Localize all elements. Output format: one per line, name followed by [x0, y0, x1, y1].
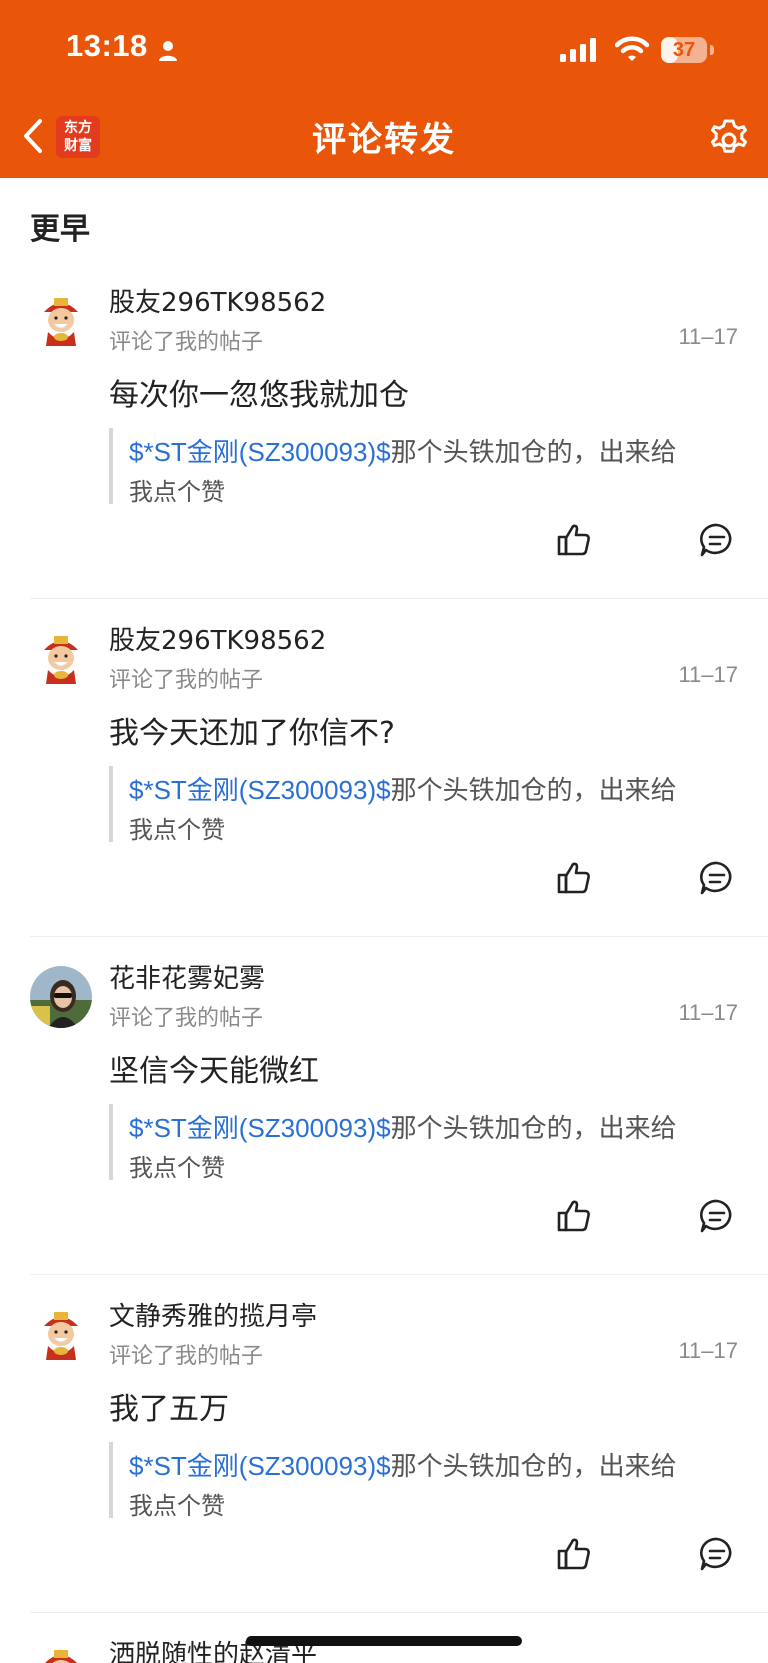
username[interactable]: 股友296TK98562: [109, 282, 326, 319]
quote-text: 那个头铁加仓的，出来给: [390, 1451, 677, 1481]
battery-tip: [710, 45, 714, 55]
wifi-icon: [615, 36, 649, 61]
quote-text: 那个头铁加仓的，出来给: [390, 775, 677, 805]
stock-link[interactable]: $*ST金刚(SZ300093)$: [129, 1451, 391, 1481]
quote-text-line2: 我点个赞: [129, 478, 225, 506]
divider: [30, 1612, 768, 1613]
user-avatar[interactable]: [30, 1304, 92, 1366]
quote-text-line2: 我点个赞: [129, 816, 225, 844]
section-title: 更早: [30, 212, 90, 247]
divider: [30, 1274, 768, 1275]
divider: [30, 936, 768, 937]
quoted-post[interactable]: $*ST金刚(SZ300093)$那个头铁加仓的，出来给 我点个赞: [109, 1104, 733, 1182]
quoted-post[interactable]: $*ST金刚(SZ300093)$那个头铁加仓的，出来给 我点个赞: [109, 1442, 733, 1520]
comment-item[interactable]: 股友296TK98562 评论了我的帖子 11–17 每次你一忽悠我就加仓 $*…: [0, 268, 768, 606]
username[interactable]: 文静秀雅的揽月亭: [109, 1296, 317, 1333]
comment-text: 我了五万: [109, 1392, 229, 1427]
comment-item[interactable]: 股友296TK98562 评论了我的帖子 11–17 我今天还加了你信不? $*…: [0, 606, 768, 944]
signal-icon: [560, 38, 596, 62]
person-icon: [159, 41, 177, 61]
stock-link[interactable]: $*ST金刚(SZ300093)$: [129, 437, 391, 467]
thumbs-up-icon[interactable]: [554, 858, 594, 898]
action-text: 评论了我的帖子: [109, 330, 264, 355]
comment-date: 11–17: [678, 324, 738, 349]
quote-text: 那个头铁加仓的，出来给: [390, 1113, 677, 1143]
quoted-post[interactable]: $*ST金刚(SZ300093)$那个头铁加仓的，出来给 我点个赞: [109, 428, 733, 506]
username[interactable]: 花非花雾妃雾: [109, 958, 265, 995]
page-title: 评论转发: [312, 120, 456, 160]
comment-date: 11–17: [678, 1338, 738, 1363]
quote-text: 那个头铁加仓的，出来给: [390, 437, 677, 467]
username[interactable]: 股友296TK98562: [109, 620, 326, 657]
comment-date: 11–17: [678, 662, 738, 687]
comment-date: 11–17: [678, 1000, 738, 1025]
action-text: 评论了我的帖子: [109, 1006, 264, 1031]
user-avatar[interactable]: [30, 1642, 92, 1663]
comment-item[interactable]: 文静秀雅的揽月亭 评论了我的帖子 11–17 我了五万 $*ST金刚(SZ300…: [0, 1282, 768, 1620]
comment-item[interactable]: 花非花雾妃雾 评论了我的帖子 11–17 坚信今天能微红 $*ST金刚(SZ30…: [0, 944, 768, 1282]
battery-percentage: 37: [672, 38, 696, 61]
user-avatar[interactable]: [30, 290, 92, 352]
divider: [30, 598, 768, 599]
action-text: 评论了我的帖子: [109, 1344, 264, 1369]
stock-link[interactable]: $*ST金刚(SZ300093)$: [129, 1113, 391, 1143]
quote-text-line2: 我点个赞: [129, 1492, 225, 1520]
comment-bubble-icon[interactable]: [697, 1196, 737, 1236]
gear-icon[interactable]: [707, 116, 751, 160]
home-indicator: [246, 1636, 522, 1646]
user-avatar[interactable]: [30, 628, 92, 690]
action-text: 评论了我的帖子: [109, 668, 264, 693]
comment-text: 我今天还加了你信不?: [109, 716, 395, 751]
status-time: 13:18: [66, 28, 148, 63]
battery-indicator: 37: [661, 37, 707, 63]
user-avatar[interactable]: [30, 966, 92, 1028]
comment-text: 每次你一忽悠我就加仓: [109, 378, 409, 413]
thumbs-up-icon[interactable]: [554, 1196, 594, 1236]
header-bar: 13:18 37 东方 财富 评论转发: [0, 0, 768, 178]
comment-bubble-icon[interactable]: [697, 1534, 737, 1574]
comment-text: 坚信今天能微红: [109, 1054, 319, 1089]
stock-link[interactable]: $*ST金刚(SZ300093)$: [129, 775, 391, 805]
comment-bubble-icon[interactable]: [697, 520, 737, 560]
thumbs-up-icon[interactable]: [554, 1534, 594, 1574]
quoted-post[interactable]: $*ST金刚(SZ300093)$那个头铁加仓的，出来给 我点个赞: [109, 766, 733, 844]
thumbs-up-icon[interactable]: [554, 520, 594, 560]
comment-bubble-icon[interactable]: [697, 858, 737, 898]
quote-text-line2: 我点个赞: [129, 1154, 225, 1182]
